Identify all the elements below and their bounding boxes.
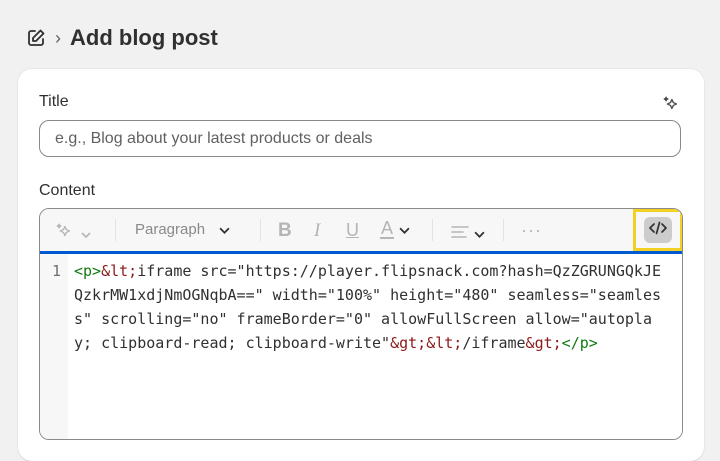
code-editor-area[interactable]: 1 <p>&lt;iframe src="https://player.flip… [40,254,682,439]
code-view-button[interactable] [633,209,682,251]
code-iframe-close-text: /iframe [462,334,526,352]
code-lt-entity: &lt; [426,334,463,352]
paragraph-label: Paragraph [135,221,206,238]
paragraph-format-dropdown[interactable]: Paragraph [135,221,230,238]
magic-sparkle-icon [55,222,73,245]
toolbar-divider [115,219,116,241]
align-dropdown[interactable] [451,225,485,243]
editor-toolbar: Paragraph B I U A ··· [40,209,682,254]
content-editor[interactable]: Paragraph B I U A ··· 1 <p>&lt;iframe sr… [39,208,683,440]
more-options-button[interactable]: ··· [521,220,542,241]
chevron-down-icon [219,221,230,238]
code-gt-entity: &gt; [390,334,427,352]
italic-button[interactable]: I [314,220,320,242]
chevron-down-icon [81,225,91,243]
page-title: Add blog post [70,25,218,50]
blog-post-card: Title Content Paragraph [18,69,704,461]
chevron-down-icon [399,218,410,239]
edit-icon [25,27,47,49]
magic-sparkle-icon[interactable] [660,93,682,115]
code-p-close-tag: </p> [561,334,598,352]
content-label: Content [39,182,96,199]
title-label: Title [39,93,69,110]
line-number: 1 [52,262,62,280]
title-input[interactable] [39,120,681,157]
html-source-code[interactable]: <p>&lt;iframe src="https://player.flipsn… [74,259,664,355]
code-gt-entity: &gt; [525,334,562,352]
align-left-icon [451,225,469,243]
code-icon [649,221,667,240]
bold-button[interactable]: B [278,220,292,242]
text-color-label: A [380,217,395,239]
toolbar-divider [260,219,261,241]
text-color-dropdown[interactable]: A [380,218,410,239]
breadcrumb-chevron-icon: › [55,28,61,48]
toolbar-divider [432,219,433,241]
code-lt-entity: &lt; [101,262,138,280]
underline-button[interactable]: U [346,220,359,241]
page-header: › Add blog post [25,22,218,54]
chevron-down-icon [474,225,485,243]
code-p-open-tag: <p> [74,262,102,280]
toolbar-divider [503,219,504,241]
magic-dropdown[interactable] [55,222,91,245]
code-view-toggle [644,217,672,243]
